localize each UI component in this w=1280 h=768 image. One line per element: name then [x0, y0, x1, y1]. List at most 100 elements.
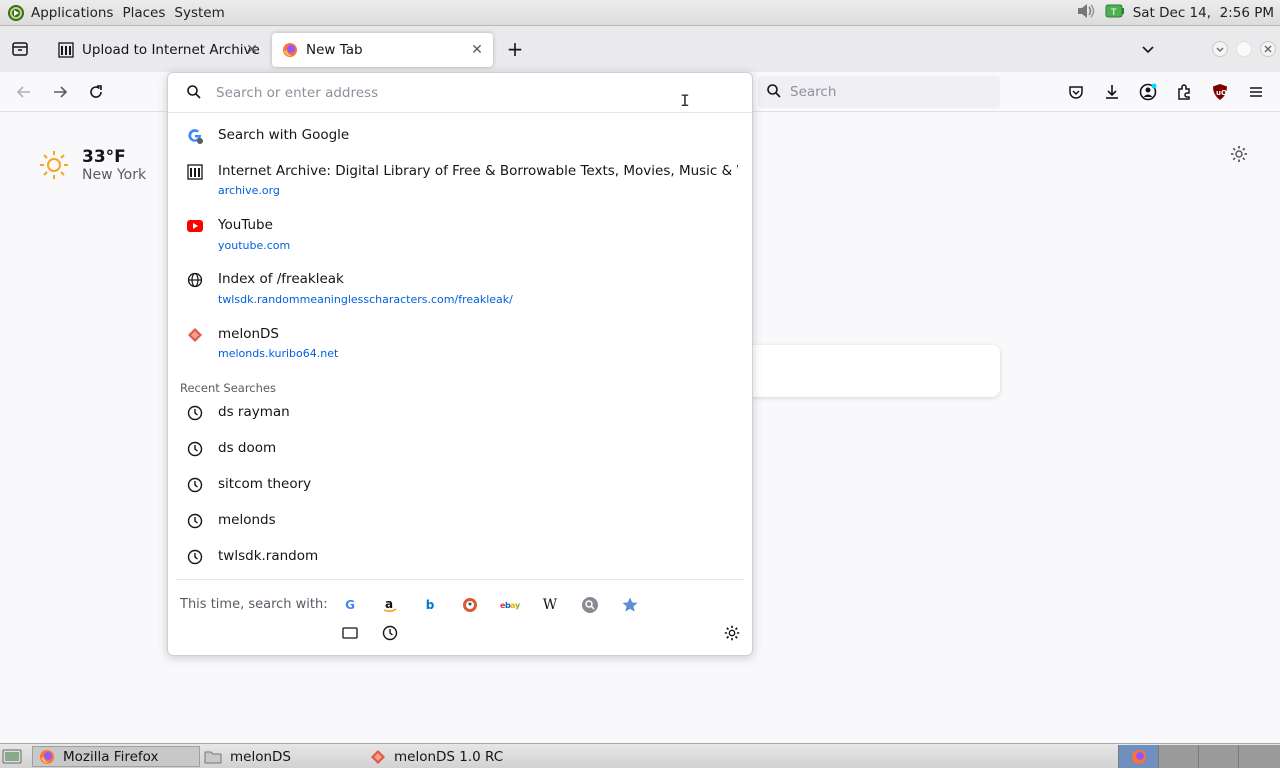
search-bar[interactable]: Search: [758, 76, 1000, 108]
taskbar-item-label: melonDS: [230, 748, 291, 765]
clock-icon: [186, 440, 204, 458]
firefox-icon: [282, 42, 298, 58]
workspace-1[interactable]: [1118, 745, 1158, 768]
downloads-icon[interactable]: [1100, 80, 1124, 104]
svg-text:T: T: [1110, 8, 1117, 18]
tab-new-tab[interactable]: New Tab ✕: [272, 33, 493, 67]
globe-icon: [186, 271, 204, 289]
taskbar: Mozilla Firefox melonDS melonDS 1.0 RC: [0, 743, 1280, 768]
urlbar-dropdown: I Search with Google Internet Archive: D…: [167, 72, 753, 656]
distro-logo-icon[interactable]: [6, 3, 26, 23]
tab-close-icon[interactable]: ✕: [244, 42, 260, 58]
wikipedia-engine-icon[interactable]: W: [540, 595, 560, 615]
minimize-icon[interactable]: [1208, 37, 1232, 61]
volume-icon[interactable]: [1075, 1, 1097, 25]
clock-icon: [186, 548, 204, 566]
recent-search-item[interactable]: twlsdk.random: [178, 543, 742, 571]
recent-search-text: melonds: [218, 512, 276, 528]
page-settings-gear-icon[interactable]: [1229, 144, 1249, 164]
show-desktop-icon[interactable]: [2, 746, 24, 767]
bing-engine-icon[interactable]: b: [420, 595, 440, 615]
battery-icon[interactable]: T: [1105, 2, 1125, 24]
history-clock-icon[interactable]: [380, 623, 400, 643]
pocket-icon[interactable]: [1064, 80, 1088, 104]
text-cursor-icon: I: [680, 91, 690, 110]
duckduckgo-engine-icon[interactable]: [460, 595, 480, 615]
workspace-2[interactable]: [1158, 745, 1198, 768]
svg-text:uO: uO: [1216, 89, 1227, 97]
page-search-box[interactable]: [740, 345, 1000, 397]
youtube-icon: [186, 217, 204, 235]
suggestion-internet-archive[interactable]: Internet Archive: Digital Library of Fre…: [178, 159, 742, 201]
amazon-engine-icon[interactable]: a: [380, 595, 400, 615]
menu-applications[interactable]: Applications: [31, 5, 113, 21]
list-all-tabs-icon[interactable]: [1136, 37, 1160, 61]
recent-search-item[interactable]: melonds: [178, 507, 742, 535]
extensions-icon[interactable]: [1172, 80, 1196, 104]
recent-search-item[interactable]: ds doom: [178, 435, 742, 463]
reload-icon[interactable]: [84, 80, 108, 104]
taskbar-item-melonds-app[interactable]: melonDS 1.0 RC: [366, 746, 566, 767]
suggestion-title: YouTube: [218, 217, 273, 233]
svg-text:a: a: [385, 597, 393, 611]
recent-search-text: ds rayman: [218, 404, 290, 420]
tab-close-icon[interactable]: ✕: [469, 42, 485, 58]
firefox-icon: [1131, 749, 1146, 764]
google-engine-icon[interactable]: G: [340, 595, 360, 615]
suggestion-search-google[interactable]: Search with Google: [178, 121, 742, 151]
workspace-3[interactable]: [1198, 745, 1238, 768]
weather-widget[interactable]: 33°F New York: [38, 147, 146, 183]
firefox-view-icon[interactable]: [8, 37, 32, 61]
ebay-engine-icon[interactable]: ebay: [500, 595, 520, 615]
taskbar-item-label: melonDS 1.0 RC: [394, 748, 504, 765]
ublock-origin-icon[interactable]: uO: [1208, 80, 1232, 104]
search-icon: [766, 83, 784, 101]
suggestion-url: melonds.kuribo64.net: [218, 347, 339, 360]
search-engine-icon[interactable]: [580, 595, 600, 615]
suggestion-url: youtube.com: [218, 239, 291, 252]
urlbar[interactable]: I: [168, 73, 752, 113]
maximize-icon[interactable]: [1232, 37, 1256, 61]
suggestion-url: twlsdk.randommeaninglesscharacters.com/f…: [218, 293, 513, 306]
tabs-icon[interactable]: [340, 623, 360, 643]
urlbar-input[interactable]: [216, 83, 696, 103]
recent-search-item[interactable]: sitcom theory: [178, 471, 742, 499]
taskbar-item-label: Mozilla Firefox: [63, 748, 159, 765]
close-window-icon[interactable]: [1256, 37, 1280, 61]
clock-icon: [186, 404, 204, 422]
tab-upload-archive[interactable]: Upload to Internet Archive ✕: [50, 33, 268, 67]
taskbar-item-melonds-folder[interactable]: melonDS: [200, 746, 360, 767]
account-icon[interactable]: [1136, 80, 1160, 104]
search-settings-gear-icon[interactable]: [722, 623, 742, 643]
search-bar-placeholder: Search: [790, 84, 837, 100]
suggestion-title: Index of /freakleak: [218, 271, 344, 287]
recent-search-text: sitcom theory: [218, 476, 312, 492]
sun-icon: [38, 149, 70, 181]
suggestion-youtube[interactable]: YouTube youtube.com: [178, 213, 742, 255]
divider: [176, 579, 744, 580]
suggestion-melonds[interactable]: melonDS melonds.kuribo64.net: [178, 323, 742, 365]
workspace-4[interactable]: [1238, 745, 1280, 768]
new-tab-icon[interactable]: +: [503, 37, 527, 61]
suggestion-title: Search with Google: [218, 127, 350, 143]
recent-search-text: twlsdk.random: [218, 548, 319, 564]
bookmarks-star-icon[interactable]: [620, 595, 640, 615]
search-icon: [186, 84, 204, 102]
panel-clock[interactable]: Sat Dec 14, 2:56 PM: [1133, 5, 1274, 21]
hamburger-menu-icon[interactable]: [1244, 80, 1268, 104]
taskbar-item-firefox[interactable]: Mozilla Firefox: [32, 746, 200, 767]
archive-icon: [58, 42, 74, 58]
suggestion-index-freakleak[interactable]: Index of /freakleak twlsdk.randommeaning…: [178, 267, 742, 309]
menu-places[interactable]: Places: [122, 5, 165, 21]
forward-icon[interactable]: [48, 80, 72, 104]
firefox-icon: [39, 749, 55, 765]
menu-system[interactable]: System: [174, 5, 224, 21]
svg-text:y: y: [515, 601, 520, 610]
melonds-icon: [186, 326, 204, 344]
folder-icon: [204, 749, 222, 765]
recent-search-item[interactable]: ds rayman: [178, 399, 742, 427]
back-icon[interactable]: [12, 80, 36, 104]
clock-icon: [186, 512, 204, 530]
tab-title: New Tab: [306, 42, 363, 58]
weather-city: New York: [82, 167, 147, 183]
